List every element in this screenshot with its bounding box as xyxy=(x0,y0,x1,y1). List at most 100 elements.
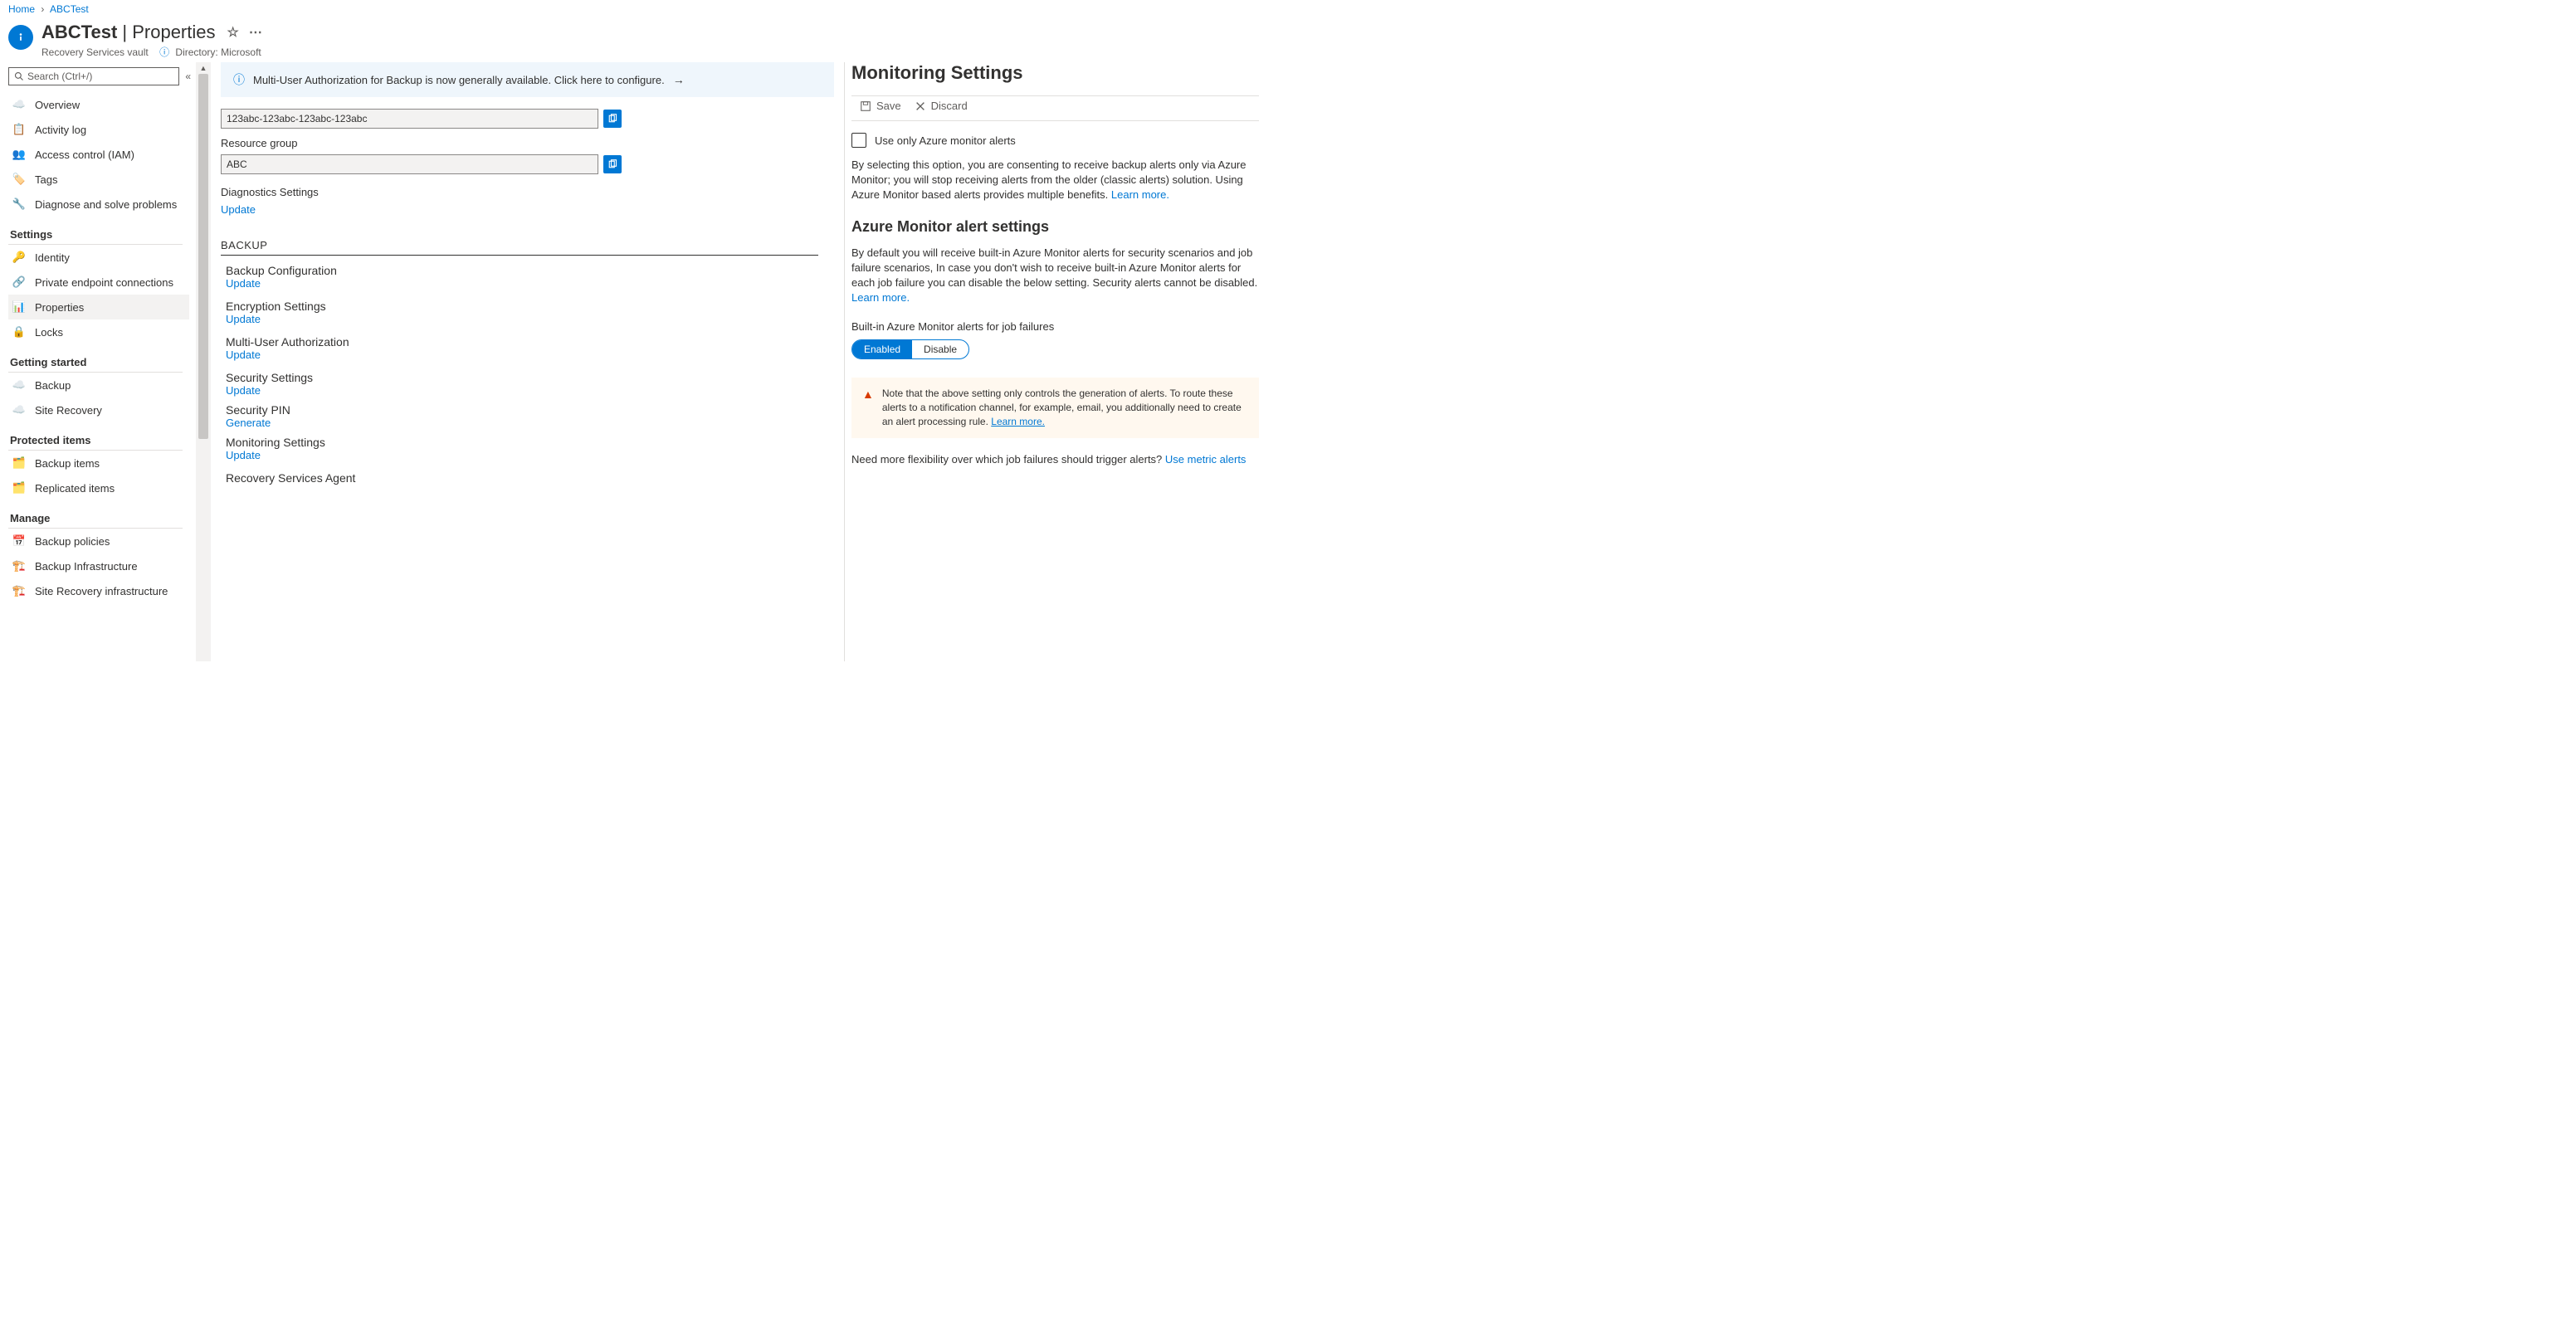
sidebar-item-label: Backup xyxy=(35,379,71,392)
monitoring-settings-panel: Monitoring Settings Save Discard Use onl… xyxy=(844,62,1259,661)
sidebar-item-backup-items[interactable]: 🗂️ Backup items xyxy=(8,451,189,475)
resource-type-label: Recovery Services vault xyxy=(41,46,149,58)
sidebar-section-getting-started: Getting started xyxy=(10,356,196,368)
log-icon: 📋 xyxy=(12,122,27,137)
note-learn-more-link[interactable]: Learn more. xyxy=(991,416,1045,427)
sidebar-item-tags[interactable]: 🏷️Tags xyxy=(8,167,189,192)
panel-description: By selecting this option, you are consen… xyxy=(851,158,1259,203)
encryption-link[interactable]: Update xyxy=(226,313,261,325)
page-title: ABCTest | Properties ☆ ⋯ xyxy=(41,22,262,43)
sidebar-item-diagnose[interactable]: 🔧Diagnose and solve problems xyxy=(8,192,189,217)
note-text-content: Note that the above setting only control… xyxy=(882,388,1242,427)
banner-text: Multi-User Authorization for Backup is n… xyxy=(253,74,665,86)
sidebar-item-label: Backup items xyxy=(35,457,100,470)
collapse-sidebar-icon[interactable]: « xyxy=(185,71,191,82)
sidebar-item-label: Activity log xyxy=(35,124,86,136)
items-icon: 🗂️ xyxy=(12,456,27,470)
favorite-star-icon[interactable]: ☆ xyxy=(227,24,239,41)
info-icon xyxy=(8,25,33,50)
security-pin-link[interactable]: Generate xyxy=(226,417,271,429)
sidebar-item-activity-log[interactable]: 📋 Activity log xyxy=(8,117,189,142)
panel-toolbar: Save Discard xyxy=(851,95,1259,121)
save-label: Save xyxy=(876,100,901,112)
mua-link[interactable]: Update xyxy=(226,349,261,361)
resource-group-field[interactable] xyxy=(221,154,598,174)
recovery-icon: ☁️ xyxy=(12,402,27,417)
cloud-icon: ☁️ xyxy=(12,97,27,112)
job-failures-toggle[interactable]: Enabled Disable xyxy=(851,339,969,359)
sidebar-item-locks[interactable]: 🔒Locks xyxy=(8,319,189,344)
sidebar-item-label: Backup Infrastructure xyxy=(35,560,138,573)
use-metric-alerts-link[interactable]: Use metric alerts xyxy=(1165,453,1247,466)
scroll-up-icon[interactable]: ▲ xyxy=(200,64,207,72)
sidebar-item-label: Identity xyxy=(35,251,70,264)
sidebar-item-label: Overview xyxy=(35,99,80,111)
sidebar-item-label: Properties xyxy=(35,301,84,314)
arrow-right-icon: → xyxy=(673,73,685,86)
diagnostics-update-link[interactable]: Update xyxy=(221,203,256,216)
sidebar-item-label: Tags xyxy=(35,173,57,186)
sidebar-item-replicated-items[interactable]: 🗂️Replicated items xyxy=(8,475,189,500)
save-button[interactable]: Save xyxy=(860,100,901,112)
mua-label: Multi-User Authorization xyxy=(226,335,834,349)
sidebar-item-label: Replicated items xyxy=(35,482,115,495)
page-header: ABCTest | Properties ☆ ⋯ Recovery Servic… xyxy=(0,17,1259,62)
monitoring-settings-link[interactable]: Update xyxy=(226,449,261,461)
sidebar-item-label: Private endpoint connections xyxy=(35,276,173,289)
sidebar-item-label: Locks xyxy=(35,326,63,339)
sidebar-section-manage: Manage xyxy=(10,512,196,524)
backup-section-heading: BACKUP xyxy=(221,239,834,251)
scrollbar-thumb[interactable] xyxy=(198,74,208,439)
endpoint-icon: 🔗 xyxy=(12,275,27,290)
sidebar-item-backup-policies[interactable]: 📅Backup policies xyxy=(8,529,189,553)
save-icon xyxy=(860,100,871,112)
copy-button[interactable] xyxy=(603,155,622,173)
note-box: ▲ Note that the above setting only contr… xyxy=(851,378,1259,437)
toggle-enabled[interactable]: Enabled xyxy=(852,340,912,358)
sidebar-item-backup-infra[interactable]: 🏗️Backup Infrastructure xyxy=(8,553,189,578)
backup-config-label: Backup Configuration xyxy=(226,264,834,277)
more-icon[interactable]: ⋯ xyxy=(249,24,262,41)
resource-group-label: Resource group xyxy=(221,137,834,149)
sidebar-item-site-recovery[interactable]: ☁️Site Recovery xyxy=(8,397,189,422)
page-title-right: Properties xyxy=(132,22,215,43)
page-title-left: ABCTest xyxy=(41,22,117,43)
sidebar-item-backup[interactable]: ☁️Backup xyxy=(8,373,189,397)
search-input[interactable]: Search (Ctrl+/) xyxy=(8,67,179,85)
sidebar-item-site-recovery-infra[interactable]: 🏗️Site Recovery infrastructure xyxy=(8,578,189,603)
sidebar-section-protected: Protected items xyxy=(10,434,196,446)
sidebar-scrollbar[interactable]: ▲ xyxy=(196,62,211,661)
properties-icon: 📊 xyxy=(12,300,27,314)
copy-button[interactable] xyxy=(603,110,622,128)
resource-id-field[interactable] xyxy=(221,109,598,129)
security-settings-link[interactable]: Update xyxy=(226,384,261,397)
sidebar-item-identity[interactable]: 🔑Identity xyxy=(8,245,189,270)
page-subtitle: Recovery Services vault ⓘ Directory: Mic… xyxy=(41,45,262,59)
learn-more-link[interactable]: Learn more. xyxy=(1111,188,1169,201)
sidebar-item-properties[interactable]: 📊 Properties xyxy=(8,295,189,319)
recovery-agent-label: Recovery Services Agent xyxy=(226,471,834,485)
sidebar-item-private-endpoint[interactable]: 🔗 Private endpoint connections xyxy=(8,270,189,295)
checkbox-label: Use only Azure monitor alerts xyxy=(875,134,1016,147)
discard-button[interactable]: Discard xyxy=(915,100,968,112)
breadcrumb-home[interactable]: Home xyxy=(8,3,35,15)
checkbox-icon xyxy=(851,133,866,148)
sidebar-item-label: Backup policies xyxy=(35,535,110,548)
note-text: Note that the above setting only control… xyxy=(882,387,1248,428)
security-pin-label: Security PIN xyxy=(226,403,834,417)
sidebar-item-label: Access control (IAM) xyxy=(35,149,134,161)
backup-config-link[interactable]: Update xyxy=(226,277,261,290)
monitoring-settings-label: Monitoring Settings xyxy=(226,436,834,449)
toggle-disable[interactable]: Disable xyxy=(912,340,968,358)
info-banner[interactable]: ⓘ Multi-User Authorization for Backup is… xyxy=(221,62,834,97)
use-azure-monitor-checkbox[interactable]: Use only Azure monitor alerts xyxy=(851,133,1259,148)
learn-more-link[interactable]: Learn more. xyxy=(851,291,910,304)
sidebar-item-access-control[interactable]: 👥Access control (IAM) xyxy=(8,142,189,167)
breadcrumb-item[interactable]: ABCTest xyxy=(50,3,89,15)
discard-label: Discard xyxy=(931,100,968,112)
sidebar-item-overview[interactable]: ☁️ Overview xyxy=(8,92,189,117)
breadcrumb-separator: › xyxy=(41,3,44,15)
page-title-sep: | xyxy=(117,22,132,43)
alert-settings-heading: Azure Monitor alert settings xyxy=(851,218,1259,236)
encryption-label: Encryption Settings xyxy=(226,300,834,313)
